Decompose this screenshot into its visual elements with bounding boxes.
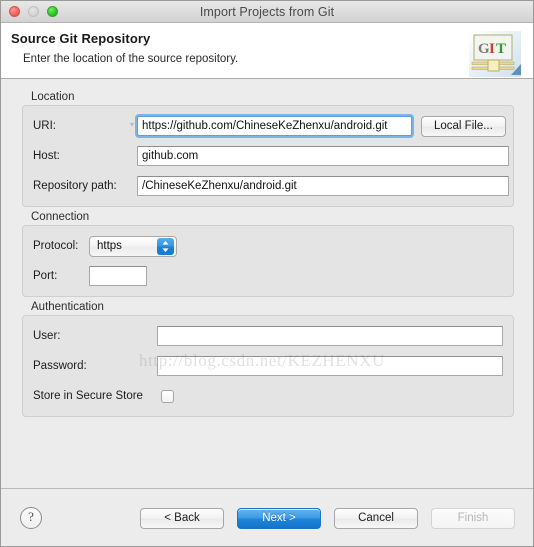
button-bar: ? < Back Next > Cancel Finish bbox=[1, 488, 533, 546]
user-label: User: bbox=[33, 330, 61, 342]
maximize-light[interactable] bbox=[47, 6, 58, 17]
protocol-select[interactable]: https bbox=[89, 235, 177, 257]
store-secure-label: Store in Secure Store bbox=[33, 390, 143, 402]
chevron-updown-icon[interactable] bbox=[157, 237, 174, 255]
connection-group: Connection Protocol: https Port: bbox=[22, 211, 514, 297]
page-subtitle: Enter the location of the source reposit… bbox=[23, 53, 239, 65]
uri-label: URI: bbox=[33, 120, 56, 132]
store-secure-checkbox[interactable] bbox=[161, 389, 174, 403]
repository-path-row: Repository path: bbox=[33, 175, 509, 197]
port-input[interactable] bbox=[89, 266, 147, 286]
window-title: Import Projects from Git bbox=[199, 4, 335, 19]
store-secure-row: Store in Secure Store bbox=[33, 385, 503, 407]
location-group-box: URI: ▾ Local File... Host: Repository pa… bbox=[22, 105, 514, 207]
cancel-button[interactable]: Cancel bbox=[334, 507, 418, 529]
location-group-label: Location bbox=[31, 91, 75, 103]
location-group: Location URI: ▾ Local File... Host: Repo… bbox=[22, 91, 514, 207]
wizard-header: Source Git Repository Enter the location… bbox=[1, 23, 533, 79]
minimize-light[interactable] bbox=[28, 6, 39, 17]
next-button[interactable]: Next > bbox=[237, 507, 321, 529]
uri-input[interactable] bbox=[137, 116, 412, 136]
wizard-content: Location URI: ▾ Local File... Host: Repo… bbox=[1, 79, 533, 488]
password-row: Password: bbox=[33, 355, 503, 377]
window-controls bbox=[1, 6, 58, 17]
port-label: Port: bbox=[33, 270, 58, 282]
host-input[interactable] bbox=[137, 146, 509, 166]
finish-button: Finish bbox=[431, 507, 515, 529]
repository-path-input[interactable] bbox=[137, 176, 509, 196]
repository-path-label: Repository path: bbox=[33, 180, 117, 192]
page-title: Source Git Repository bbox=[11, 31, 151, 46]
authentication-group-label: Authentication bbox=[31, 301, 104, 313]
close-light[interactable] bbox=[9, 6, 20, 17]
user-row: User: bbox=[33, 325, 503, 347]
protocol-row: Protocol: https bbox=[33, 235, 503, 257]
host-row: Host: bbox=[33, 145, 509, 167]
password-label: Password: bbox=[33, 360, 87, 372]
local-file-button[interactable]: Local File... bbox=[421, 115, 506, 137]
authentication-group: Authentication User: Password: Store in … bbox=[22, 301, 514, 417]
nav-buttons: < Back Next > Cancel Finish bbox=[140, 507, 515, 529]
help-button[interactable]: ? bbox=[20, 507, 42, 529]
dialog-window: Import Projects from Git Source Git Repo… bbox=[0, 0, 534, 547]
protocol-selected-value: https bbox=[97, 240, 122, 252]
port-row: Port: bbox=[33, 265, 503, 287]
svg-text:I: I bbox=[489, 41, 495, 57]
authentication-group-box: User: Password: Store in Secure Store bbox=[22, 315, 514, 417]
connection-group-label: Connection bbox=[31, 211, 90, 223]
back-button[interactable]: < Back bbox=[140, 507, 224, 529]
user-input[interactable] bbox=[157, 326, 503, 346]
password-input[interactable] bbox=[157, 356, 503, 376]
connection-group-box: Protocol: https Port: bbox=[22, 225, 514, 297]
host-label: Host: bbox=[33, 150, 60, 162]
text-caret-icon: ▾ bbox=[130, 120, 135, 129]
git-logo-icon: G I T bbox=[469, 31, 521, 77]
uri-row: URI: ▾ Local File... bbox=[33, 115, 506, 137]
svg-text:T: T bbox=[496, 41, 506, 57]
title-bar: Import Projects from Git bbox=[1, 1, 533, 23]
protocol-label: Protocol: bbox=[33, 240, 79, 252]
uri-field-wrap: ▾ bbox=[130, 116, 412, 136]
